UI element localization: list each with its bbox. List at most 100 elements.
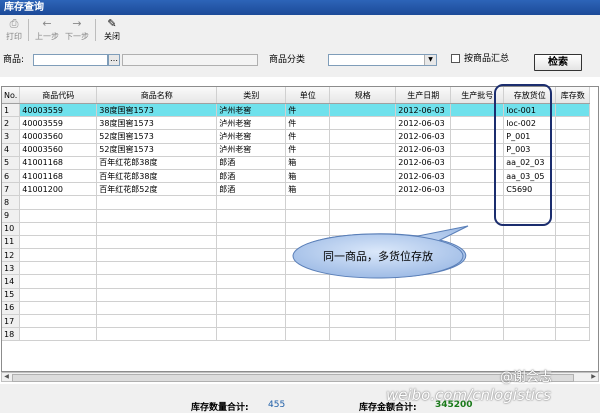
table-cell bbox=[555, 103, 591, 118]
table-cell: 百年红花郎38度 bbox=[96, 169, 218, 184]
search-button[interactable]: 检索 bbox=[534, 54, 582, 71]
close-label: 关闭 bbox=[104, 32, 120, 41]
table-row[interactable]: 15 bbox=[2, 288, 591, 302]
table-cell bbox=[503, 274, 557, 289]
category-label: 商品分类 bbox=[269, 55, 306, 65]
row-number: 13 bbox=[2, 261, 21, 276]
table-cell bbox=[19, 195, 98, 210]
table-cell bbox=[216, 209, 287, 223]
row-number: 5 bbox=[2, 156, 21, 170]
summary-checkbox[interactable] bbox=[451, 54, 460, 63]
table-cell bbox=[395, 327, 452, 342]
product-code-input[interactable] bbox=[33, 54, 108, 66]
row-number: 9 bbox=[2, 209, 21, 223]
product-lookup-button[interactable]: … bbox=[108, 54, 120, 66]
prev-step-button[interactable]: ← 上一步 bbox=[33, 17, 61, 43]
table-cell bbox=[285, 327, 331, 342]
next-step-label: 下一步 bbox=[65, 32, 89, 41]
table-row[interactable]: 18 bbox=[2, 327, 591, 342]
close-button[interactable]: ✎ 关闭 bbox=[100, 17, 124, 43]
table-cell: 郎酒 bbox=[216, 182, 287, 197]
watermark-url: weibo.com/cnlogistics bbox=[386, 386, 551, 404]
table-cell bbox=[19, 288, 98, 302]
toolbar: ⎙ 打印 ← 上一步 → 下一步 ✎ 关闭 bbox=[0, 15, 600, 46]
qty-total-label: 库存数量合计: bbox=[191, 403, 249, 413]
row-number: 16 bbox=[2, 301, 21, 316]
table-cell: 郎酒 bbox=[216, 169, 287, 184]
table-cell bbox=[329, 327, 397, 342]
table-cell bbox=[555, 169, 591, 184]
row-number: 6 bbox=[2, 169, 21, 184]
table-cell: 件 bbox=[285, 116, 331, 131]
column-header[interactable]: 生产日期 bbox=[395, 87, 452, 104]
column-header[interactable]: No. bbox=[2, 87, 21, 104]
row-number: 17 bbox=[2, 314, 21, 329]
table-cell bbox=[555, 129, 591, 144]
table-cell bbox=[555, 288, 591, 302]
scroll-right-icon[interactable]: ▶ bbox=[589, 373, 598, 381]
table-cell bbox=[285, 195, 331, 210]
print-label: 打印 bbox=[6, 32, 22, 41]
table-row[interactable]: 16 bbox=[2, 301, 591, 316]
table-cell bbox=[503, 235, 557, 250]
column-header[interactable]: 商品代码 bbox=[19, 87, 98, 104]
table-cell: 52度国窖1573 bbox=[96, 143, 218, 157]
product-label: 商品: bbox=[3, 55, 25, 65]
row-number: 18 bbox=[2, 327, 21, 342]
table-cell bbox=[216, 327, 287, 342]
table-cell bbox=[329, 301, 397, 316]
row-number: 10 bbox=[2, 222, 21, 236]
table-cell: 40003560 bbox=[19, 143, 98, 157]
table-cell: 泸州老窖 bbox=[216, 103, 287, 118]
toolbar-separator bbox=[28, 19, 29, 41]
row-number: 14 bbox=[2, 274, 21, 289]
table-cell bbox=[555, 195, 591, 210]
row-number: 3 bbox=[2, 129, 21, 144]
column-header[interactable]: 类别 bbox=[216, 87, 287, 104]
arrow-right-icon: → bbox=[72, 17, 82, 30]
table-cell bbox=[216, 288, 287, 302]
table-cell bbox=[503, 248, 557, 263]
print-button[interactable]: ⎙ 打印 bbox=[4, 17, 24, 43]
table-cell bbox=[96, 301, 218, 316]
table-cell: 百年红花郎38度 bbox=[96, 156, 218, 170]
column-header[interactable]: 商品名称 bbox=[96, 87, 218, 104]
table-cell bbox=[329, 116, 397, 131]
search-bar: 商品: … 商品分类 ▼ 按商品汇总 检索 bbox=[0, 45, 600, 77]
column-header[interactable]: 库存数 bbox=[555, 87, 591, 104]
table-cell: 41001168 bbox=[19, 169, 98, 184]
table-cell: 件 bbox=[285, 143, 331, 157]
row-number: 4 bbox=[2, 143, 21, 157]
table-cell bbox=[329, 209, 397, 223]
scroll-left-icon[interactable]: ◀ bbox=[2, 373, 11, 381]
table-cell: 2012-06-03 bbox=[395, 129, 452, 144]
table-cell bbox=[19, 235, 98, 250]
summary-label: 按商品汇总 bbox=[464, 54, 510, 64]
table-cell bbox=[96, 327, 218, 342]
table-row[interactable]: 17 bbox=[2, 314, 591, 329]
column-header[interactable]: 单位 bbox=[285, 87, 331, 104]
category-select[interactable]: ▼ bbox=[328, 54, 437, 66]
table-cell bbox=[555, 327, 591, 342]
row-number: 8 bbox=[2, 195, 21, 210]
table-cell bbox=[555, 274, 591, 289]
table-cell: 箱 bbox=[285, 156, 331, 170]
table-cell bbox=[19, 314, 98, 329]
table-cell: 40003559 bbox=[19, 103, 98, 118]
product-name-field bbox=[122, 54, 258, 66]
next-step-button[interactable]: → 下一步 bbox=[63, 17, 91, 43]
close-icon: ✎ bbox=[107, 17, 117, 30]
scroll-thumb[interactable] bbox=[12, 374, 574, 382]
table-cell: 泸州老窖 bbox=[216, 143, 287, 157]
table-cell bbox=[555, 143, 591, 157]
table-cell bbox=[329, 314, 397, 329]
table-cell: 2012-06-03 bbox=[395, 182, 452, 197]
column-header[interactable]: 规格 bbox=[329, 87, 397, 104]
toolbar-separator bbox=[95, 19, 96, 41]
table-cell bbox=[96, 222, 218, 236]
table-cell bbox=[96, 209, 218, 223]
table-cell: 泸州老窖 bbox=[216, 129, 287, 144]
table-cell bbox=[285, 301, 331, 316]
table-cell bbox=[329, 195, 397, 210]
table-cell bbox=[503, 327, 557, 342]
